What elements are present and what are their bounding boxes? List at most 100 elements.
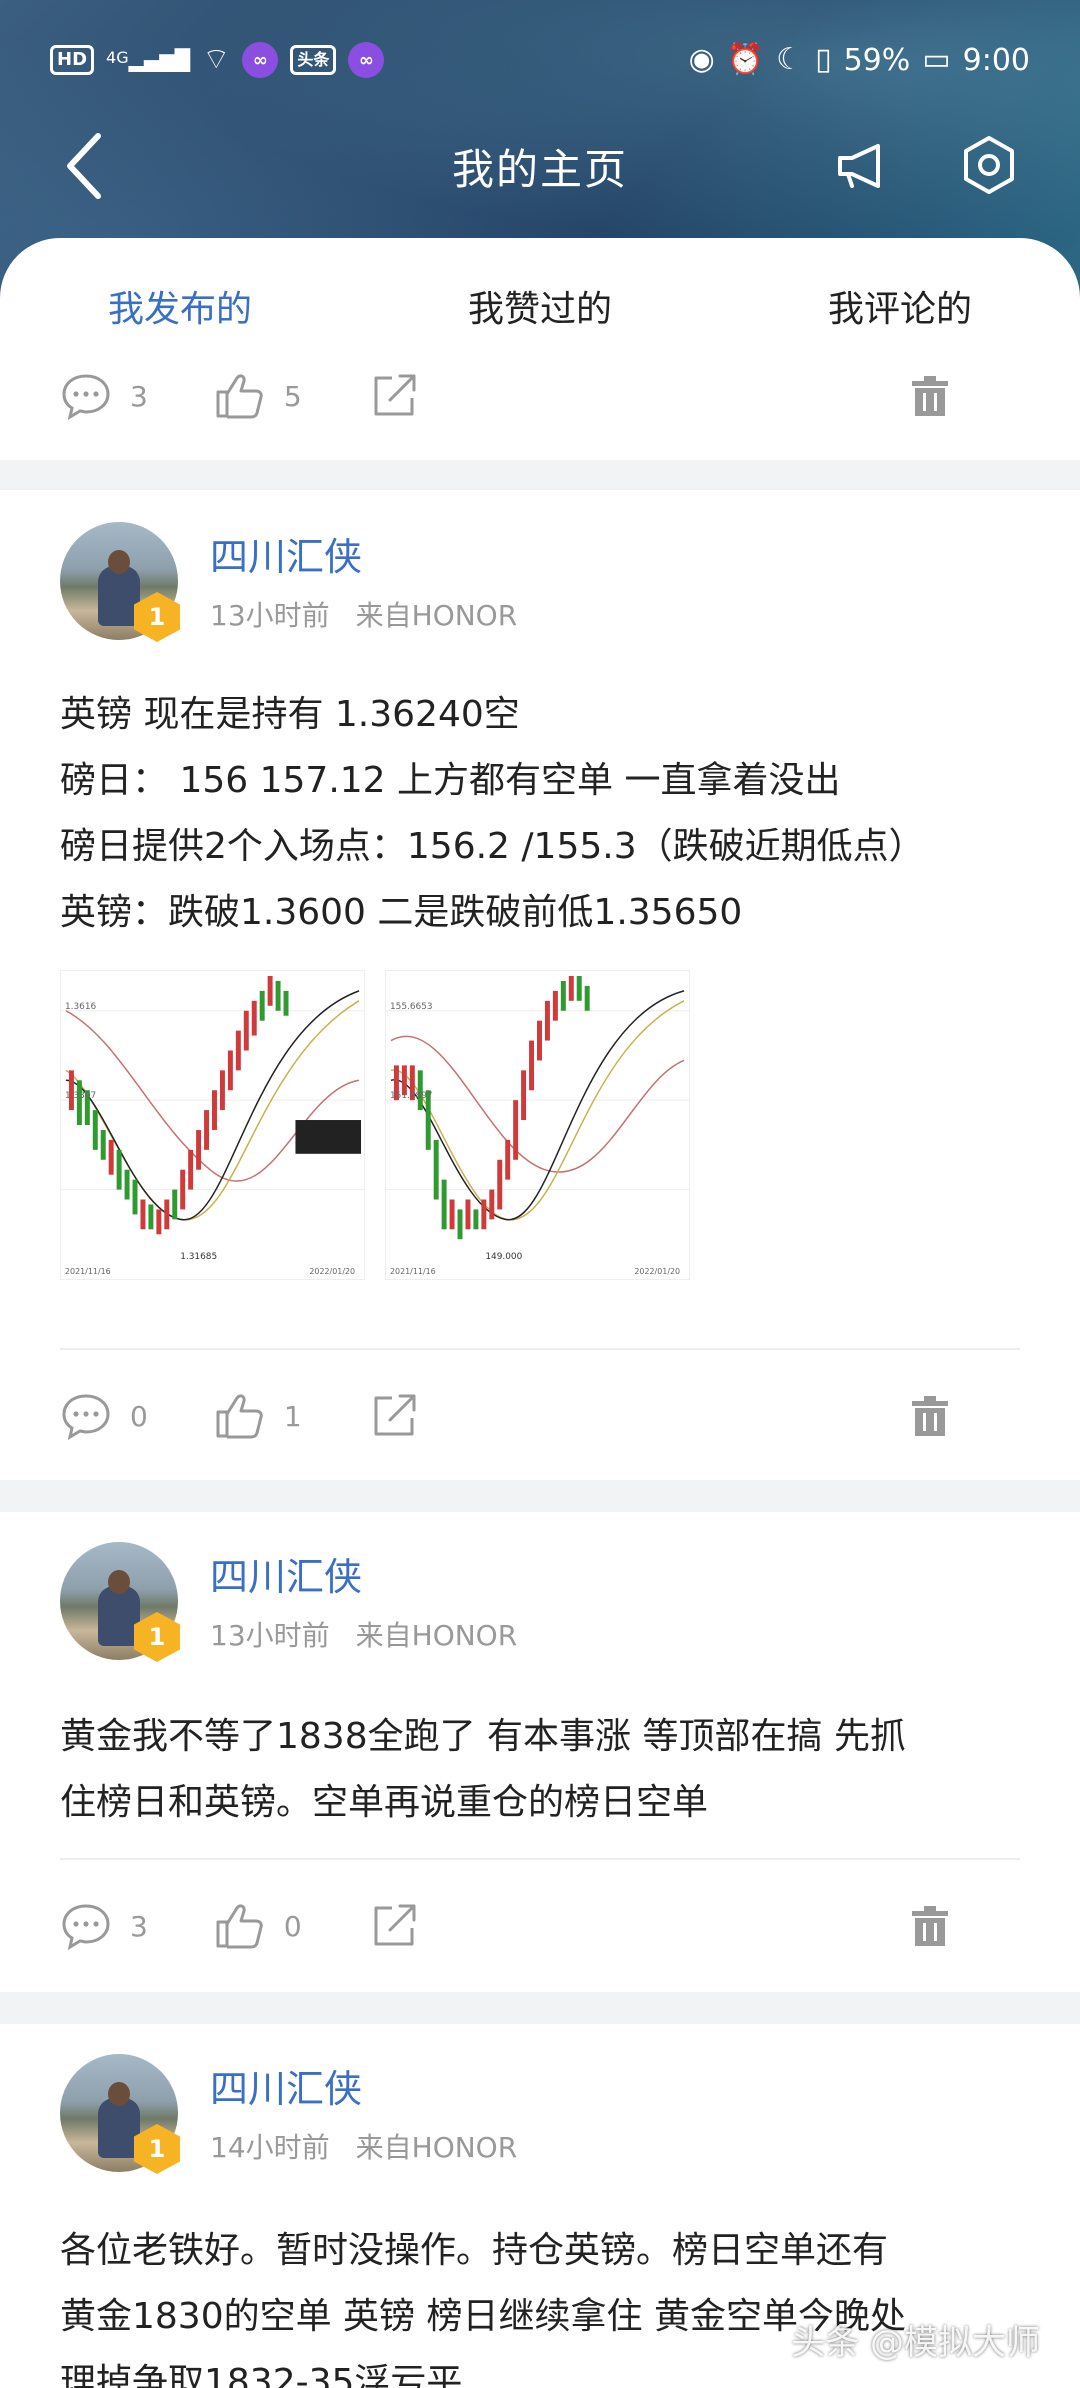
share-icon [374,374,416,416]
share-button[interactable] [368,1390,420,1442]
post-body[interactable]: 黄金我不等了1838全跑了 有本事涨 等顶部在搞 先抓 住榜日和英镑。空单再说重… [60,1704,1030,1836]
post-actions: 0 1 [60,1386,1020,1446]
tab-commented[interactable]: 我评论的 [750,280,1050,332]
comment-button[interactable]: 0 [60,1390,148,1442]
chart-label: 149.000 [485,1252,522,1262]
tab-liked[interactable]: 我赞过的 [390,280,690,332]
battery-percent: 59% [843,42,911,78]
post-body[interactable]: 英镑 现在是持有 1.36240空 磅日： 156 157.12 上方都有空单 … [60,682,1030,946]
page-title: 我的主页 [451,144,628,194]
back-icon[interactable] [56,130,116,202]
author-name[interactable]: 四川汇侠 [210,526,362,581]
comment-count: 3 [130,1909,148,1943]
clock: 9:00 [962,42,1030,78]
candlestick-chart: 1.3616 1.3307 1.31685 2021/11/16 2022/01… [61,975,364,1276]
candlestick-chart: 155.6653 151.0897 149.000 2021/11/16 202… [386,975,689,1276]
post-card[interactable]: 1 四川汇侠 13小时前 来自HONOR 黄金我不等了1838全跑了 有本事涨 等… [0,1512,1080,1992]
share-icon [374,1394,416,1436]
nav-bar: 我的主页 [0,120,1080,212]
like-button[interactable]: 0 [214,1900,302,1952]
wifi-icon: ⌔ [202,42,231,77]
thumbs-up-icon [216,1904,263,1949]
post-image-gbpjpy-chart[interactable]: 155.6653 151.0897 149.000 2021/11/16 202… [385,970,690,1280]
share-button[interactable] [368,370,420,422]
chart-label: 1.31685 [180,1252,217,1262]
divider [60,1858,1020,1860]
post-line: 住榜日和英镑。空单再说重仓的榜日空单 [60,1782,709,1823]
delete-button[interactable] [906,372,954,420]
post-meta: 13小时前 来自HONOR [210,1614,517,1654]
chart-label: 1.3616 [65,1002,97,1012]
post-meta: 14小时前 来自HONOR [210,2126,517,2166]
post-source: 来自HONOR [355,599,518,632]
like-count: 1 [283,1399,302,1433]
share-button[interactable] [368,1900,420,1952]
trash-icon [912,1906,948,1946]
chart-label: 151.0897 [390,1091,433,1101]
comment-icon [62,1394,110,1441]
author-name[interactable]: 四川汇侠 [210,1546,362,1601]
thumbs-up-icon [216,1394,263,1439]
tabs-panel: 我发布的 我赞过的 我评论的 3 5 [0,238,1080,460]
battery-icon: ▭ [922,42,951,77]
post-source: 来自HONOR [355,1619,518,1652]
comment-button[interactable]: 3 [60,1900,148,1952]
hd-badge: HD [50,45,95,75]
toutiao-notification-icon: 头条 [290,45,337,75]
settings-icon[interactable] [958,134,1020,196]
tab-bar: 我发布的 我赞过的 我评论的 [0,280,1080,340]
post-time: 13小时前 [210,1619,330,1652]
delete-button[interactable] [906,1392,954,1440]
trash-icon [912,376,948,416]
chart-label: 1.3307 [65,1091,96,1101]
chart-label: 2021/11/16 [390,1267,436,1276]
chart-label: 2022/01/20 [309,1267,355,1276]
share-icon [374,1904,416,1946]
comment-button[interactable]: 3 [60,370,148,422]
post-source: 来自HONOR [355,2131,518,2164]
vibrate-icon: ▯ [815,42,832,77]
moon-icon: ☾ [776,42,804,77]
post-actions: 3 5 [60,366,1020,426]
watermark: 头条 @模拟大师 [791,2323,1040,2363]
post-time: 13小时前 [210,599,330,632]
comment-count: 0 [130,1399,148,1433]
comment-count: 3 [130,379,148,413]
alarm-icon: ⏰ [726,42,765,77]
post-line: 磅日： 156 157.12 上方都有空单 一直拿着没出 [60,760,841,801]
status-left: HD 4G▂▄▆█ ⌔ ∞ 头条 ∞ [50,42,385,78]
post-line: 各位老铁好。暂时没操作。持仓英镑。榜日空单还有 [60,2230,889,2271]
signal-icon: 4G▂▄▆█ [106,48,191,72]
megaphone-icon[interactable] [834,138,890,194]
like-count: 5 [283,379,302,413]
post-line: 英镑 现在是持有 1.36240空 [60,694,520,735]
eye-icon: ◉ [688,42,715,77]
post-image-gbpusd-chart[interactable]: 1.3616 1.3307 1.31685 2021/11/16 2022/01… [60,970,365,1280]
status-bar: HD 4G▂▄▆█ ⌔ ∞ 头条 ∞ ◉ ⏰ ☾ ▯ 59% ▭ 9:00 [50,38,1030,82]
app-notification-icon: ∞ [242,42,279,78]
chart-label: 2021/11/16 [65,1267,111,1276]
delete-button[interactable] [906,1902,954,1950]
like-button[interactable]: 1 [214,1390,302,1442]
status-right: ◉ ⏰ ☾ ▯ 59% ▭ 9:00 [689,43,1030,78]
like-count: 0 [283,1909,302,1943]
post-card[interactable]: 1 四川汇侠 13小时前 来自HONOR 英镑 现在是持有 1.36240空 磅日… [0,490,1080,1480]
post-actions: 3 0 [60,1896,1020,1956]
post-line: 黄金我不等了1838全跑了 有本事涨 等顶部在搞 先抓 [60,1716,906,1757]
chart-overlay-icon [295,1120,362,1154]
like-button[interactable]: 5 [214,370,302,422]
chart-label: 2022/01/20 [634,1267,680,1276]
comment-icon [62,374,110,421]
post-meta: 13小时前 来自HONOR [210,594,517,634]
author-name[interactable]: 四川汇侠 [210,2058,362,2113]
post-line: 英镑：跌破1.3600 二是跌破前低1.35650 [60,892,743,933]
thumbs-up-icon [216,374,263,419]
divider [60,1348,1020,1350]
post-line: 磅日提供2个入场点：156.2 /155.3（跌破近期低点） [60,826,925,867]
trash-icon [912,1396,948,1436]
comment-icon [62,1904,110,1951]
post-time: 14小时前 [210,2131,330,2164]
app-notification-icon-2: ∞ [348,42,385,78]
chart-label: 155.6653 [390,1002,433,1012]
tab-my-posts[interactable]: 我发布的 [30,280,330,332]
